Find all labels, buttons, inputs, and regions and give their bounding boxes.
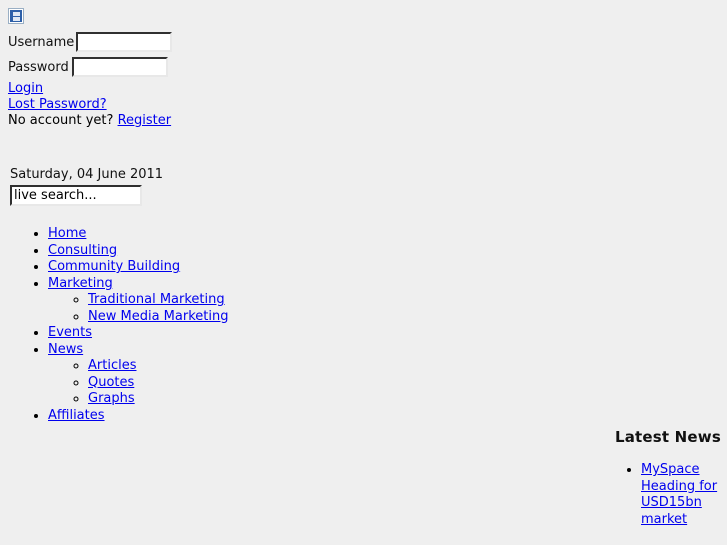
latest-news-list: MySpace Heading for USD15bn market	[601, 462, 721, 528]
register-row: No account yet? Register	[8, 113, 719, 129]
submenu-item: Graphs	[88, 391, 719, 408]
lost-password-row: Lost Password?	[8, 97, 719, 113]
password-row: Password	[8, 56, 719, 78]
menu-item-link[interactable]: Events	[48, 325, 92, 340]
register-link[interactable]: Register	[118, 113, 172, 128]
password-label: Password	[8, 59, 69, 75]
search-box	[10, 185, 719, 206]
submenu-item-link[interactable]: Quotes	[88, 375, 134, 390]
username-row: Username	[8, 31, 719, 53]
menu-item: Consulting	[48, 243, 719, 260]
submenu-item: Traditional Marketing	[88, 292, 719, 309]
latest-news-module: Latest News MySpace Heading for USD15bn …	[601, 428, 721, 528]
menu-item-link[interactable]: Home	[48, 226, 86, 241]
login-link-row: Login	[8, 81, 719, 97]
menu-item-link[interactable]: News	[48, 342, 83, 357]
menu-item: Marketing	[48, 276, 719, 293]
menu-item: Events	[48, 325, 719, 342]
menu-item: News	[48, 342, 719, 359]
submenu-item: New Media Marketing	[88, 309, 719, 326]
latest-news-heading: Latest News	[614, 428, 721, 446]
lost-password-link[interactable]: Lost Password?	[8, 97, 107, 112]
broken-image-icon	[8, 8, 24, 24]
menu-item-link[interactable]: Affiliates	[48, 408, 105, 423]
latest-news-item: MySpace Heading for USD15bn market	[641, 462, 721, 528]
menu-item: Home	[48, 226, 719, 243]
menu-item: Affiliates	[48, 408, 719, 425]
menu-list: Home ConsultingCommunity Building Marketin…	[8, 226, 719, 424]
submenu-list: Articles QuotesGraphs	[48, 358, 719, 408]
menu-item: Community Building	[48, 259, 719, 276]
login-link[interactable]: Login	[8, 81, 43, 96]
username-input[interactable]	[76, 32, 172, 52]
current-date: Saturday, 04 June 2011	[10, 167, 164, 182]
latest-news-link[interactable]: MySpace Heading for USD15bn market	[641, 462, 717, 527]
search-input[interactable]	[10, 185, 142, 206]
submenu-item: Articles	[88, 358, 719, 375]
page-content: Username Password Login Lost Password? N…	[0, 0, 727, 432]
no-account-text: No account yet?	[8, 113, 114, 128]
menu-item-link[interactable]: Marketing	[48, 276, 113, 291]
submenu-item-link[interactable]: Articles	[88, 358, 136, 373]
site-logo	[8, 8, 719, 26]
username-label: Username	[8, 34, 75, 50]
submenu-item: Quotes	[88, 375, 719, 392]
submenu-item-link[interactable]: Traditional Marketing	[88, 292, 225, 307]
submenu-item-link[interactable]: Graphs	[88, 391, 135, 406]
login-form: Username Password Login Lost Password? N…	[8, 31, 719, 129]
menu-item-link[interactable]: Community Building	[48, 259, 180, 274]
submenu-item-link[interactable]: New Media Marketing	[88, 309, 228, 324]
menu-item-link[interactable]: Consulting	[48, 243, 117, 258]
submenu-list: Traditional Marketing New Media Marketing	[48, 292, 719, 325]
password-input[interactable]	[72, 57, 168, 77]
main-navigation: Home ConsultingCommunity Building Marketin…	[8, 226, 719, 424]
